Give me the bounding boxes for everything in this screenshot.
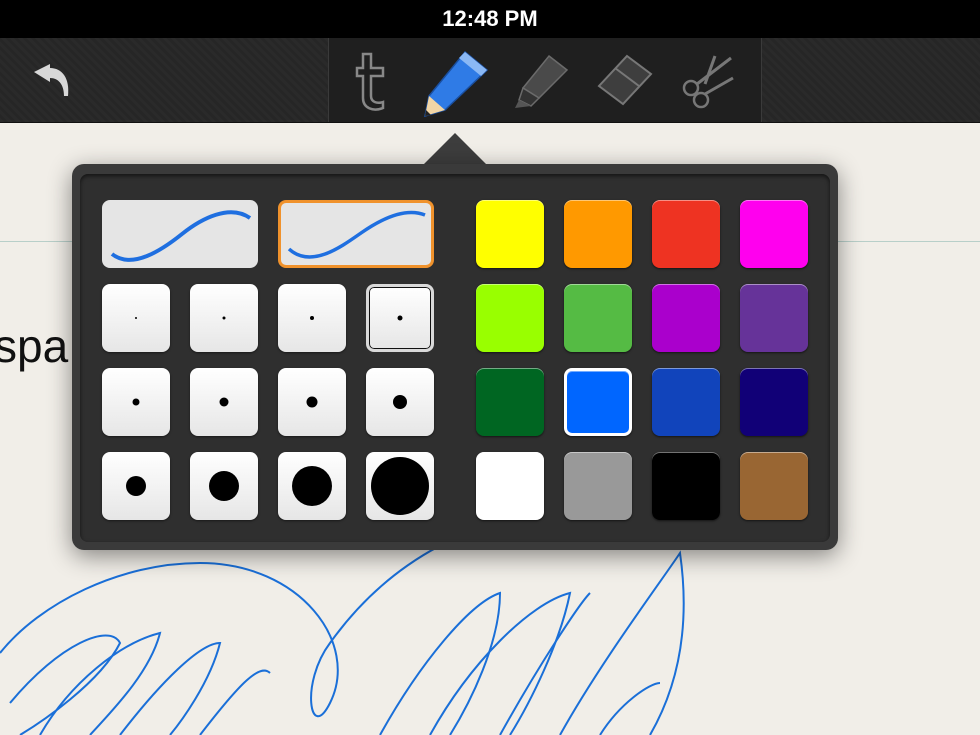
color-swatch[interactable] bbox=[564, 200, 632, 268]
size-dot bbox=[397, 315, 403, 321]
popover-content bbox=[80, 174, 830, 542]
size-option-9[interactable] bbox=[102, 452, 170, 520]
pen-settings-popover bbox=[72, 164, 838, 550]
size-dot bbox=[292, 466, 332, 506]
highlighter-icon bbox=[515, 54, 569, 108]
tool-eraser-button[interactable] bbox=[591, 48, 655, 112]
size-option-2[interactable] bbox=[190, 284, 258, 352]
color-swatch[interactable] bbox=[740, 452, 808, 520]
size-dot bbox=[132, 398, 140, 406]
status-time: 12:48 PM bbox=[442, 6, 538, 31]
color-swatch[interactable] bbox=[564, 368, 632, 436]
color-swatch[interactable] bbox=[652, 284, 720, 352]
stroke-style-tapered[interactable] bbox=[278, 200, 434, 268]
tool-highlighter-button[interactable] bbox=[509, 48, 573, 112]
scissors-icon bbox=[682, 55, 734, 109]
color-swatch[interactable] bbox=[652, 452, 720, 520]
color-swatch[interactable] bbox=[652, 368, 720, 436]
size-option-7[interactable] bbox=[278, 368, 346, 436]
size-dot bbox=[310, 316, 314, 320]
color-swatch[interactable] bbox=[564, 452, 632, 520]
status-bar: 12:48 PM bbox=[0, 0, 980, 38]
color-swatch[interactable] bbox=[476, 368, 544, 436]
eraser-icon bbox=[597, 54, 653, 106]
undo-button[interactable] bbox=[22, 56, 74, 106]
color-swatch[interactable] bbox=[476, 284, 544, 352]
color-swatch[interactable] bbox=[740, 200, 808, 268]
size-dot bbox=[306, 396, 318, 408]
color-swatch[interactable] bbox=[740, 284, 808, 352]
size-dot bbox=[393, 395, 407, 409]
stroke-style-smooth[interactable] bbox=[102, 200, 258, 268]
size-option-6[interactable] bbox=[190, 368, 258, 436]
tool-pencil-button[interactable] bbox=[421, 48, 489, 118]
size-dot bbox=[222, 316, 226, 320]
size-dot bbox=[219, 397, 229, 407]
tool-text-button[interactable] bbox=[339, 48, 403, 112]
size-dot bbox=[135, 317, 137, 319]
size-option-1[interactable] bbox=[102, 284, 170, 352]
pencil-icon bbox=[424, 50, 489, 118]
size-option-4[interactable] bbox=[366, 284, 434, 352]
color-swatch[interactable] bbox=[476, 452, 544, 520]
color-swatch[interactable] bbox=[652, 200, 720, 268]
color-swatch[interactable] bbox=[564, 284, 632, 352]
color-swatch[interactable] bbox=[740, 368, 808, 436]
toolbar bbox=[0, 38, 980, 123]
smooth-curve-icon bbox=[110, 210, 252, 262]
size-dot bbox=[209, 471, 239, 501]
size-dot bbox=[126, 476, 146, 496]
size-option-12[interactable] bbox=[366, 452, 434, 520]
undo-arrow-icon bbox=[34, 64, 69, 96]
size-option-5[interactable] bbox=[102, 368, 170, 436]
size-option-3[interactable] bbox=[278, 284, 346, 352]
tapered-curve-icon bbox=[287, 210, 426, 259]
size-dot bbox=[371, 457, 429, 515]
tool-scissors-button[interactable] bbox=[675, 48, 739, 112]
size-option-8[interactable] bbox=[366, 368, 434, 436]
text-t-icon bbox=[355, 52, 385, 111]
size-option-11[interactable] bbox=[278, 452, 346, 520]
tool-group bbox=[328, 38, 762, 122]
popover-arrow bbox=[423, 133, 487, 165]
size-option-10[interactable] bbox=[190, 452, 258, 520]
color-swatch[interactable] bbox=[476, 200, 544, 268]
